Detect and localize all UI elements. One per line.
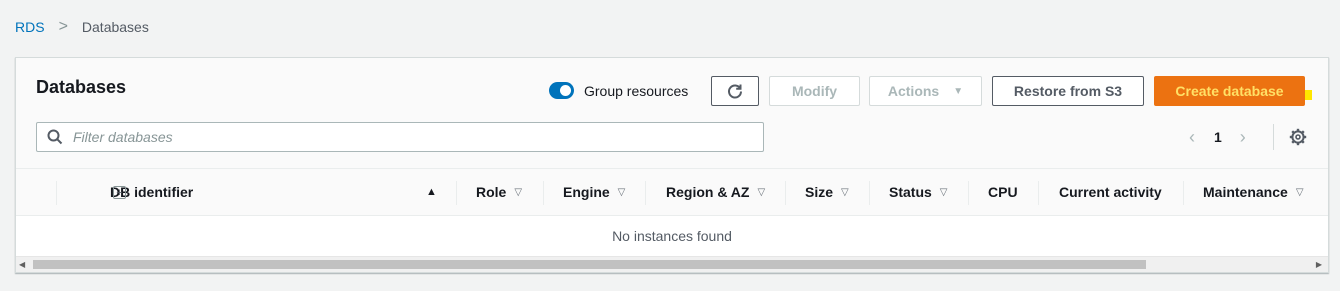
refresh-icon	[728, 84, 742, 99]
column-separator	[869, 181, 870, 205]
column-role[interactable]: Role ▽	[456, 169, 543, 215]
scroll-left-icon[interactable]: ◀	[19, 260, 25, 269]
search-icon	[47, 129, 63, 145]
column-label: Size	[805, 184, 834, 200]
column-separator	[1183, 181, 1184, 205]
column-separator	[968, 181, 969, 205]
column-separator	[1038, 181, 1039, 205]
group-resources-label: Group resources	[584, 82, 689, 99]
filter-databases-input[interactable]	[73, 126, 733, 148]
expand-all-icon[interactable]: +	[113, 186, 126, 199]
column-label: Maintenance	[1203, 184, 1288, 200]
restore-from-s3-button[interactable]: Restore from S3	[992, 76, 1144, 106]
refresh-button[interactable]	[711, 76, 759, 106]
column-separator	[456, 181, 457, 205]
column-label: CPU	[988, 184, 1018, 200]
breadcrumb: RDS > Databases	[15, 18, 149, 36]
create-database-button[interactable]: Create database	[1154, 76, 1305, 106]
scrollbar-thumb[interactable]	[33, 260, 1146, 269]
databases-panel: Databases Group resources Modify Actions…	[15, 57, 1329, 273]
column-separator	[645, 181, 646, 205]
column-region-az[interactable]: Region & AZ ▽	[645, 169, 785, 215]
column-label: Engine	[563, 184, 610, 200]
column-status[interactable]: Status ▽	[869, 169, 968, 215]
breadcrumb-current: Databases	[81, 19, 149, 35]
horizontal-scrollbar[interactable]: ◀ ▶	[16, 256, 1328, 272]
gear-icon[interactable]	[1289, 128, 1307, 146]
column-db-identifier[interactable]: + DB identifier ▲	[56, 169, 456, 215]
column-label: Current activity	[1059, 184, 1162, 200]
page-title: Databases	[36, 77, 127, 97]
caret-down-icon: ▼	[953, 85, 964, 97]
group-resources-toggle-wrap: Group resources	[549, 82, 688, 99]
pager-divider	[1273, 124, 1274, 150]
sort-caret-icon: ▽	[514, 186, 523, 198]
sort-ascending-icon: ▲	[426, 186, 437, 198]
actions-button[interactable]: Actions ▼	[869, 76, 982, 106]
column-label: Status	[889, 184, 932, 200]
breadcrumb-separator-icon: >	[58, 18, 68, 35]
column-label: Role	[476, 184, 507, 200]
next-page-icon[interactable]: ›	[1235, 127, 1251, 148]
sort-caret-icon: ▽	[757, 186, 766, 198]
column-separator	[543, 181, 544, 205]
column-label: Region & AZ	[666, 184, 750, 200]
highlight-marker	[1305, 90, 1312, 100]
group-resources-toggle[interactable]	[549, 82, 574, 99]
toggle-knob	[560, 85, 571, 96]
sort-caret-icon: ▽	[1295, 186, 1304, 198]
prev-page-icon[interactable]: ‹	[1184, 127, 1200, 148]
sort-caret-icon: ▽	[939, 186, 948, 198]
column-separator	[785, 181, 786, 205]
scroll-right-icon[interactable]: ▶	[1316, 260, 1322, 269]
actions-label: Actions	[887, 83, 940, 99]
empty-state-message: No instances found	[612, 228, 732, 244]
pagination: ‹ 1 ›	[1184, 127, 1251, 147]
breadcrumb-rds-link[interactable]: RDS	[15, 19, 45, 35]
current-page-number[interactable]: 1	[1214, 129, 1222, 145]
column-maintenance[interactable]: Maintenance ▽	[1183, 169, 1328, 215]
column-cpu[interactable]: CPU	[968, 169, 1038, 215]
table-header-row: + DB identifier ▲ Role ▽ Engine ▽ Region…	[16, 168, 1328, 216]
sort-caret-icon: ▽	[617, 186, 626, 198]
filter-databases-field[interactable]	[36, 122, 764, 152]
column-current-activity[interactable]: Current activity	[1038, 169, 1183, 215]
column-size[interactable]: Size ▽	[785, 169, 869, 215]
sort-caret-icon: ▽	[841, 186, 849, 198]
column-engine[interactable]: Engine ▽	[543, 169, 645, 215]
column-separator	[56, 181, 57, 205]
modify-button[interactable]: Modify	[769, 76, 860, 106]
